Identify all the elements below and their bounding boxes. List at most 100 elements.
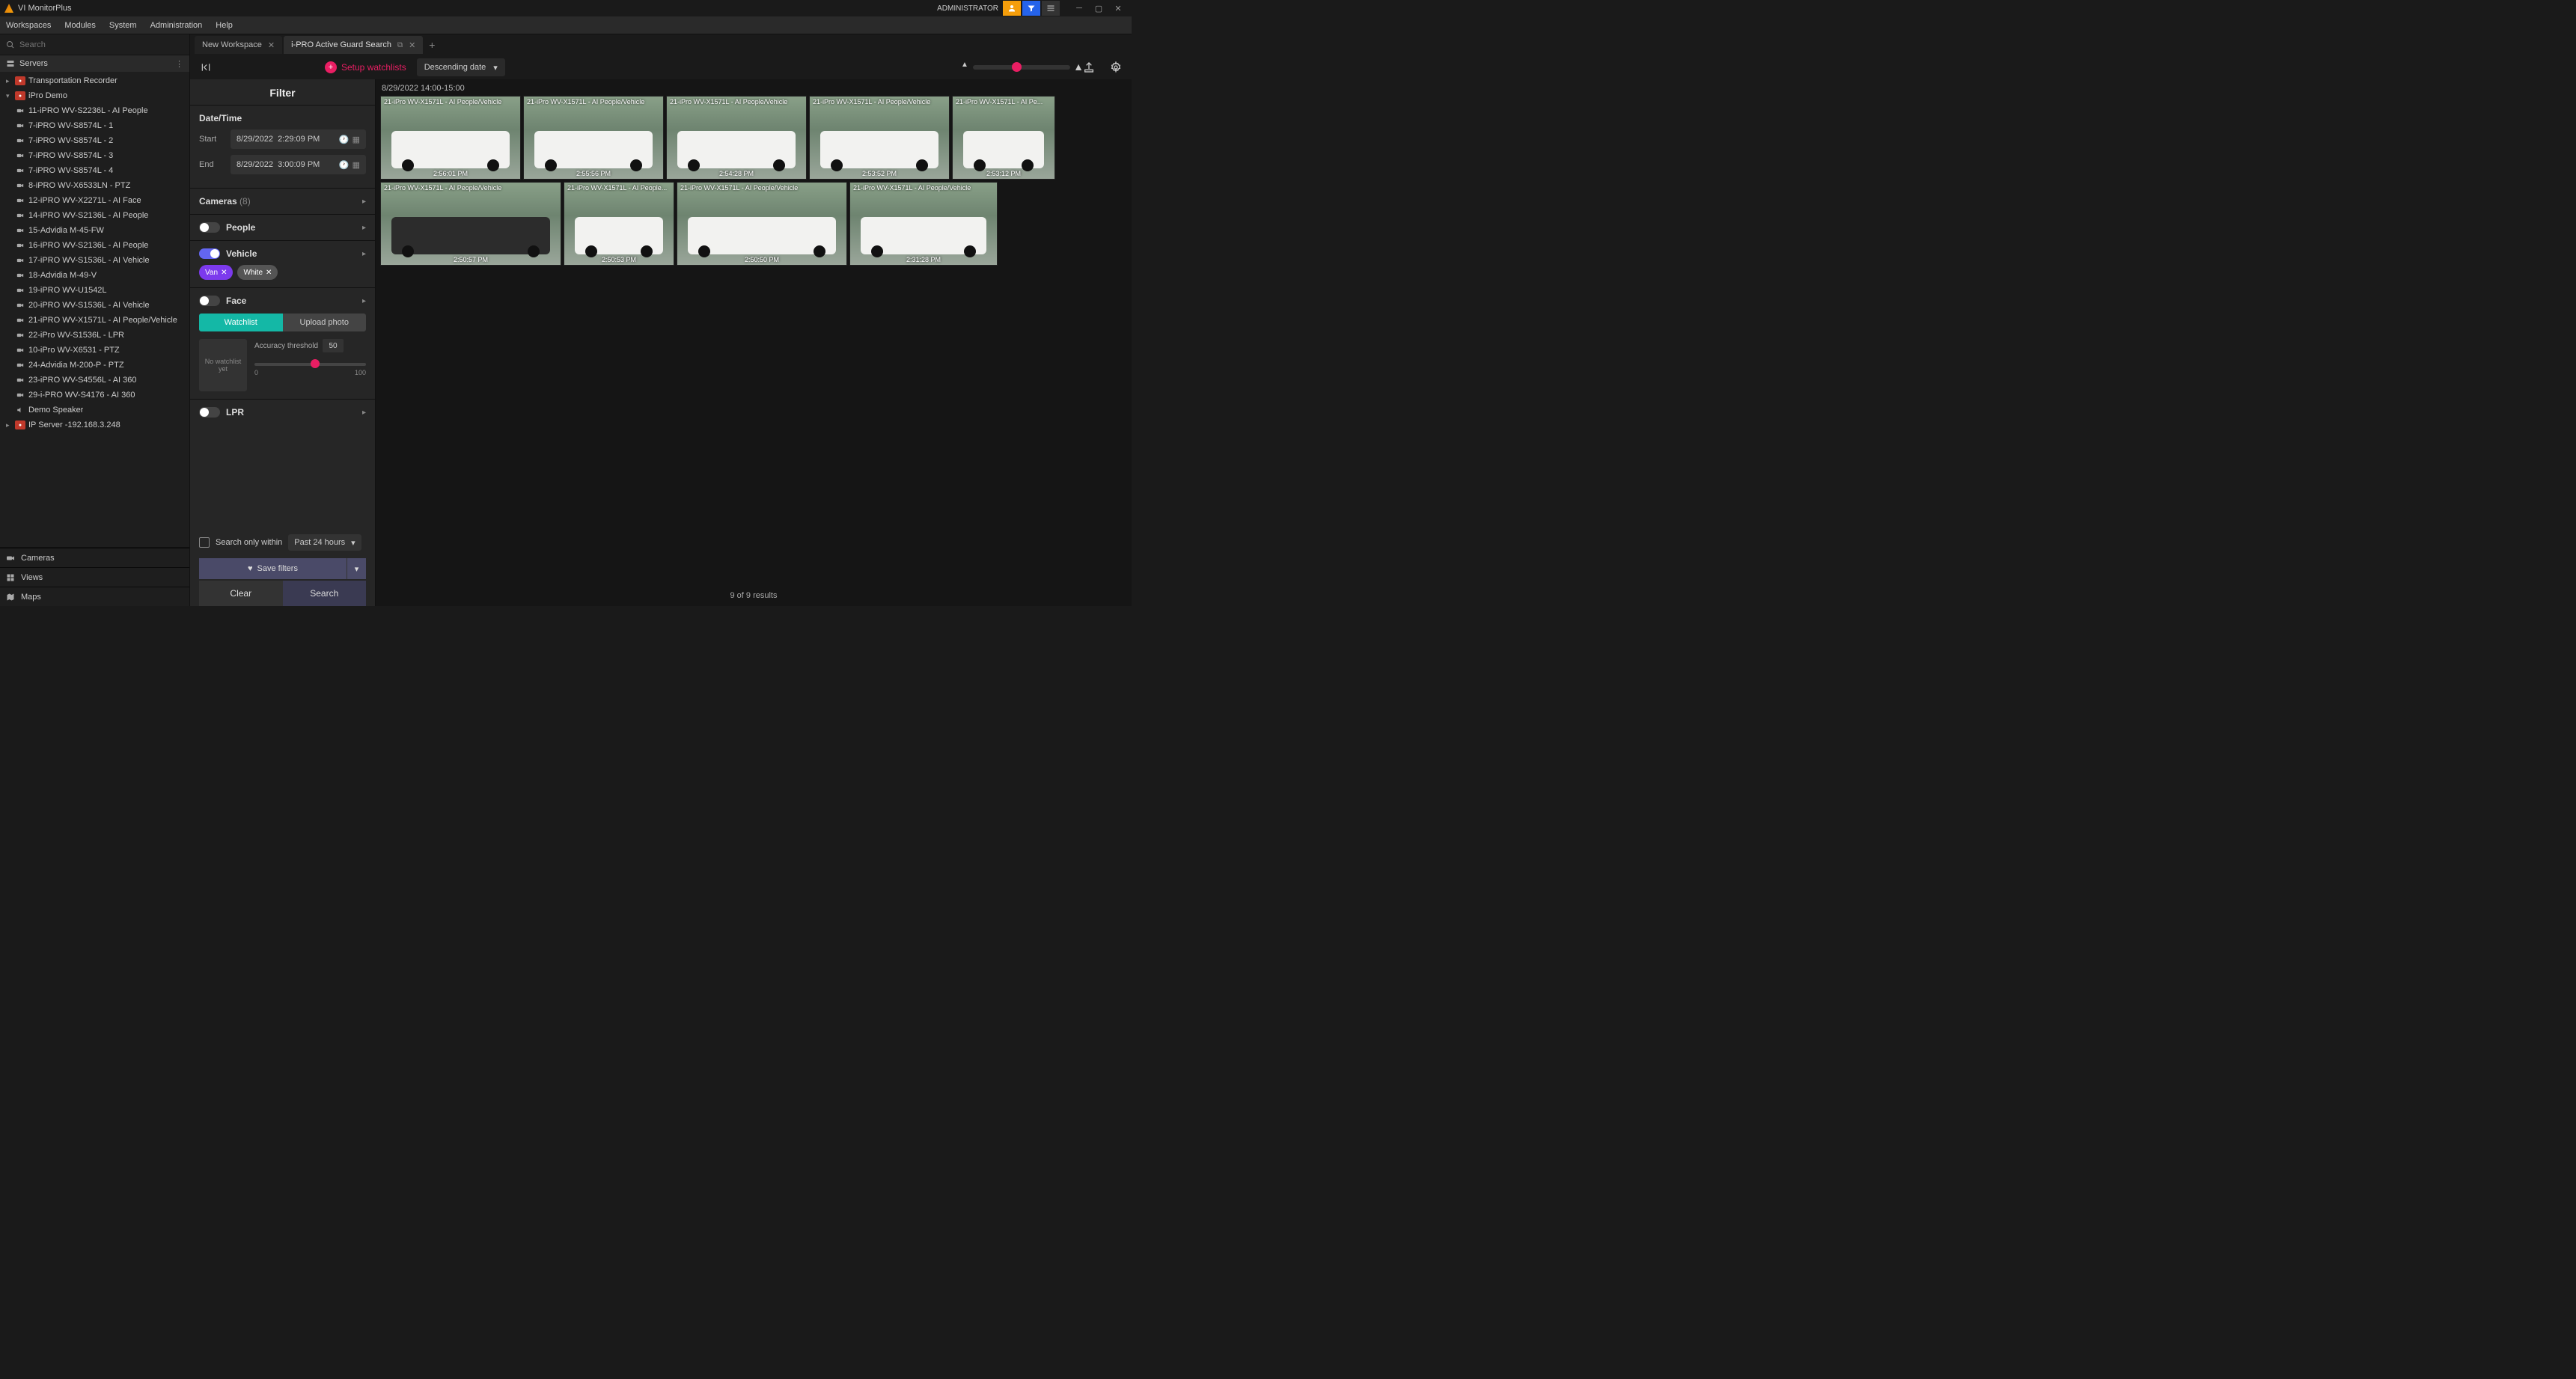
result-card[interactable]: 21-iPro WV-X1571L - AI People/Vehicle2:5… [523,96,664,180]
thumbnail-size-slider[interactable]: ▲ ▲ [973,65,1070,70]
tree-node[interactable]: 19-iPRO WV-U1542L [0,283,189,298]
filter-icon-button[interactable] [1022,1,1040,16]
result-card[interactable]: 21-iPro WV-X1571L - AI People/Vehicle2:5… [380,96,521,180]
chip-remove-icon[interactable]: ✕ [221,269,227,277]
menu-system[interactable]: System [109,21,137,30]
card-time-label: 2:50:53 PM [564,256,674,263]
window-maximize-button[interactable]: ▢ [1090,1,1108,16]
tree-node[interactable]: 12-iPRO WV-X2271L - AI Face [0,193,189,208]
chip-van[interactable]: Van✕ [199,265,233,280]
result-card[interactable]: 21-iPro WV-X1571L - AI Pe...2:53:12 PM [952,96,1055,180]
face-tab-upload[interactable]: Upload photo [283,314,367,331]
tree-node[interactable]: 18-Advidia M-49-V [0,268,189,283]
result-card[interactable]: 21-iPro WV-X1571L - AI People/Vehicle2:5… [666,96,807,180]
save-filters-button[interactable]: ♥ Save filters [199,558,347,579]
tree-node[interactable]: 24-Advidia M-200-P - PTZ [0,358,189,373]
clear-button[interactable]: Clear [199,581,283,606]
chip-white[interactable]: White✕ [237,265,278,280]
filter-title: Filter [190,79,375,105]
tree-node[interactable]: 11-iPRO WV-S2236L - AI People [0,103,189,118]
tree-node[interactable]: 21-iPRO WV-X1571L - AI People/Vehicle [0,313,189,328]
clock-icon[interactable]: 🕐 [339,160,350,170]
tab-add-button[interactable]: + [424,37,439,52]
result-card[interactable]: 21-iPro WV-X1571L - AI People...2:50:53 … [564,182,674,266]
user-icon-button[interactable] [1003,1,1021,16]
face-toggle[interactable] [199,296,220,306]
sort-dropdown[interactable]: Descending date ▾ [417,58,505,76]
sidebar-nav-views[interactable]: Views [0,567,189,587]
people-toggle[interactable] [199,222,220,233]
tab-popout-icon[interactable]: ⧉ [397,41,403,49]
search-within-dropdown[interactable]: Past 24 hours ▾ [288,534,361,551]
tree-node[interactable]: 7-iPRO WV-S8574L - 4 [0,163,189,178]
accuracy-value[interactable]: 50 [323,339,344,352]
tree-node[interactable]: 23-iPRO WV-S4556L - AI 360 [0,373,189,388]
sidebar-nav-maps[interactable]: Maps [0,587,189,606]
tab-active-guard-search[interactable]: i-PRO Active Guard Search ⧉ ✕ [284,36,423,54]
slider-knob[interactable] [1012,62,1022,72]
vehicle-chips: Van✕ White✕ [199,265,366,280]
tree-node[interactable]: 29-i-PRO WV-S4176 - AI 360 [0,388,189,403]
tree-node[interactable]: Demo Speaker [0,403,189,418]
calendar-icon[interactable]: ▦ [352,160,360,170]
tree-node[interactable]: 10-iPro WV-X6531 - PTZ [0,343,189,358]
tree-node[interactable]: 16-iPRO WV-S2136L - AI People [0,238,189,253]
tree-node[interactable]: 22-iPro WV-S1536L - LPR [0,328,189,343]
menu-icon-button[interactable] [1042,1,1060,16]
search-button[interactable]: Search [283,581,367,606]
tree-node[interactable]: 7-iPRO WV-S8574L - 1 [0,118,189,133]
result-card[interactable]: 21-iPro WV-X1571L - AI People/Vehicle2:5… [380,182,561,266]
face-header[interactable]: Face ▸ [199,296,366,306]
tree-node[interactable]: 20-iPRO WV-S1536L - AI Vehicle [0,298,189,313]
setup-watchlists-button[interactable]: + Setup watchlists [325,61,406,73]
card-camera-label: 21-iPro WV-X1571L - AI People/Vehicle [670,98,803,106]
collapse-panel-icon[interactable] [198,59,214,76]
settings-icon[interactable] [1108,59,1124,76]
tree-node[interactable]: 7-iPRO WV-S8574L - 2 [0,133,189,148]
face-watchlist-thumb[interactable]: No watchlist yet [199,339,247,391]
clock-icon[interactable]: 🕐 [339,135,350,144]
lpr-header[interactable]: LPR ▸ [199,407,366,418]
servers-header[interactable]: Servers ⋮ [0,55,189,72]
tab-close-icon[interactable]: ✕ [409,40,415,50]
tree-node[interactable]: 15-Advidia M-45-FW [0,223,189,238]
cameras-header[interactable]: Cameras (8) ▸ [199,196,366,207]
result-card[interactable]: 21-iPro WV-X1571L - AI People/Vehicle2:3… [849,182,998,266]
tree-node[interactable]: 7-iPRO WV-S8574L - 3 [0,148,189,163]
vehicle-header[interactable]: Vehicle ▸ [199,248,366,259]
calendar-icon[interactable]: ▦ [352,135,360,144]
people-header[interactable]: People ▸ [199,222,366,233]
more-icon[interactable]: ⋮ [175,59,183,69]
chevron-right-icon: ▸ [362,198,366,206]
tree-node[interactable]: ▸●IP Server -192.168.3.248 [0,418,189,432]
footer-label: Cameras [21,554,55,563]
window-minimize-button[interactable]: ─ [1070,1,1088,16]
menu-workspaces[interactable]: Workspaces [6,21,51,30]
lpr-toggle[interactable] [199,407,220,418]
end-label: End [199,160,225,169]
save-filters-dropdown[interactable]: ▾ [347,558,366,579]
end-datetime-input[interactable]: 8/29/2022 3:00:09 PM 🕐▦ [231,155,366,174]
sidebar-search-input[interactable] [19,40,183,49]
vehicle-toggle[interactable] [199,248,220,259]
slider-knob[interactable] [311,359,320,368]
accuracy-slider[interactable] [254,363,366,366]
tree-node[interactable]: ▸●Transportation Recorder [0,73,189,88]
tree-node[interactable]: 17-iPRO WV-S1536L - AI Vehicle [0,253,189,268]
start-datetime-input[interactable]: 8/29/2022 2:29:09 PM 🕐▦ [231,129,366,149]
result-card[interactable]: 21-iPro WV-X1571L - AI People/Vehicle2:5… [809,96,950,180]
menu-modules[interactable]: Modules [64,21,96,30]
result-card[interactable]: 21-iPro WV-X1571L - AI People/Vehicle2:5… [677,182,847,266]
tree-node[interactable]: 8-iPRO WV-X6533LN - PTZ [0,178,189,193]
tab-new-workspace[interactable]: New Workspace ✕ [195,36,282,54]
search-within-checkbox[interactable] [199,537,210,548]
menu-administration[interactable]: Administration [150,21,203,30]
chip-remove-icon[interactable]: ✕ [266,269,272,277]
menu-help[interactable]: Help [216,21,233,30]
tab-close-icon[interactable]: ✕ [268,40,275,50]
sidebar-nav-cameras[interactable]: Cameras [0,548,189,567]
tree-node[interactable]: ▾●iPro Demo [0,88,189,103]
face-tab-watchlist[interactable]: Watchlist [199,314,283,331]
tree-node[interactable]: 14-iPRO WV-S2136L - AI People [0,208,189,223]
window-close-button[interactable]: ✕ [1109,1,1127,16]
